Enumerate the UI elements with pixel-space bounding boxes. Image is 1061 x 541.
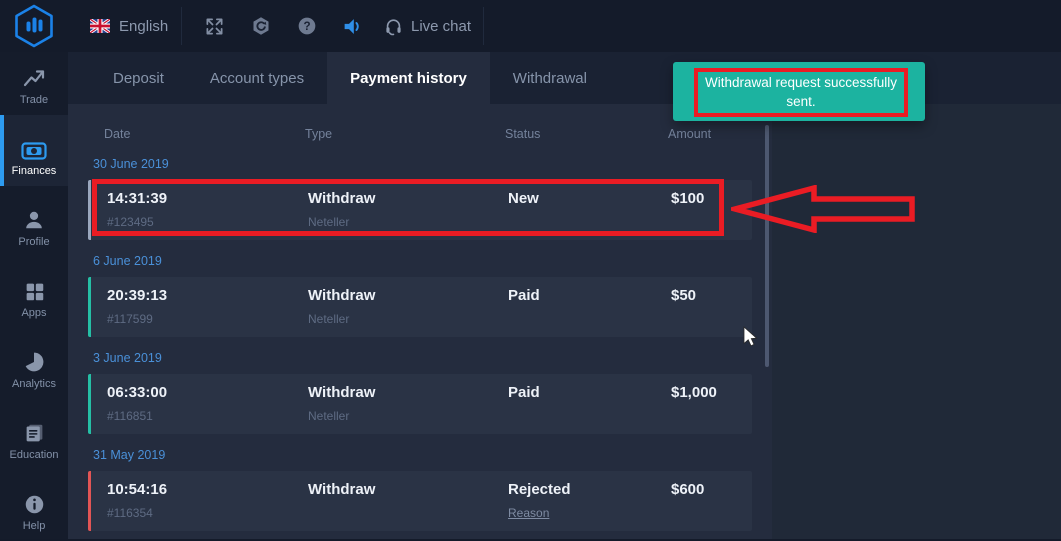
sidebar-item-help[interactable]: Help	[0, 470, 68, 541]
payment-groups: 30 June 201914:31:39#123495WithdrawNetel…	[68, 157, 772, 531]
table-header: Date Type Status Amount	[68, 127, 772, 143]
sidebar-item-label: Help	[23, 521, 46, 532]
column-header-amount: Amount	[668, 127, 711, 141]
topbar-divider	[483, 7, 484, 45]
sidebar-item-analytics[interactable]: Analytics	[0, 328, 68, 399]
education-book-icon	[24, 422, 45, 444]
live-chat-button[interactable]: Live chat	[384, 0, 471, 52]
date-group: 31 May 2019 10:54:16#116354 Withdraw Reject…	[68, 448, 772, 531]
date-group: 30 June 2019 14:31:39#123495 WithdrawNetel…	[68, 157, 772, 240]
row-subtext: #123495	[107, 216, 167, 228]
success-toast: Withdrawal request successfully sent.	[673, 62, 925, 121]
row-cell: WithdrawNeteller	[308, 385, 375, 422]
sidebar-item-profile[interactable]: Profile	[0, 186, 68, 257]
column-header-type: Type	[305, 127, 332, 141]
sidebar-item-label: Profile	[18, 237, 49, 248]
language-label: English	[119, 18, 168, 35]
toast-message: Withdrawal request successfully sent.	[702, 74, 900, 110]
sidebar-item-education[interactable]: Education	[0, 399, 68, 470]
live-chat-label: Live chat	[411, 18, 471, 35]
row-cell: RejectedReason	[508, 482, 571, 519]
row-cell: 20:39:13#117599	[107, 288, 167, 325]
date-group: 6 June 2019 20:39:13#117599 WithdrawNetell…	[68, 254, 772, 337]
sidebar-item-finances[interactable]: Finances	[0, 115, 68, 186]
row-subtext: Neteller	[308, 313, 375, 325]
right-background	[772, 104, 1061, 539]
sound-icon[interactable]	[342, 16, 363, 37]
sidebar-item-label: Education	[10, 450, 59, 461]
topbar-divider	[181, 7, 182, 45]
row-subtext: #116851	[107, 410, 167, 422]
row-cell: $100	[671, 191, 704, 208]
row-subtext: Neteller	[308, 410, 375, 422]
date-group: 3 June 2019 06:33:00#116851 WithdrawNetell…	[68, 351, 772, 434]
sidebar-item-label: Apps	[21, 308, 46, 319]
column-header-status: Status	[505, 127, 540, 141]
row-cell: New	[508, 191, 539, 208]
toast-annotation-box: Withdrawal request successfully sent.	[694, 68, 908, 117]
row-cell: 10:54:16#116354	[107, 482, 167, 519]
date-group-label: 31 May 2019	[93, 448, 772, 463]
fullscreen-icon[interactable]	[204, 16, 225, 37]
column-header-date: Date	[104, 127, 130, 141]
topbar-icons: ?	[204, 0, 363, 52]
row-subtext: Neteller	[308, 216, 375, 228]
sidebar-item-label: Analytics	[12, 379, 56, 390]
row-cell: $1,000	[671, 385, 717, 402]
headset-icon	[384, 17, 403, 36]
app-logo[interactable]	[11, 4, 57, 48]
svg-text:?: ?	[303, 20, 310, 33]
row-cell: Paid	[508, 288, 540, 305]
help-info-icon	[24, 494, 45, 515]
language-selector[interactable]: English	[90, 0, 168, 52]
date-group-label: 3 June 2019	[93, 351, 772, 366]
tab-payment-history[interactable]: Payment history	[327, 52, 490, 104]
row-subtext: #116354	[107, 507, 167, 519]
help-circle-icon[interactable]: ?	[296, 16, 317, 37]
sidebar-item-label: Finances	[12, 166, 57, 177]
vertical-scrollbar[interactable]	[765, 125, 769, 367]
row-subtext: #117599	[107, 313, 167, 325]
trade-trending-up-icon	[22, 67, 46, 89]
row-cell: Withdraw	[308, 482, 375, 499]
topbar: English ?	[0, 0, 1061, 52]
promo-hexagon-icon[interactable]	[250, 16, 271, 37]
row-cell: $600	[671, 482, 704, 499]
row-cell: WithdrawNeteller	[308, 288, 375, 325]
payment-row[interactable]: 14:31:39#123495 WithdrawNeteller New $100	[88, 180, 752, 240]
row-cell: 06:33:00#116851	[107, 385, 167, 422]
sidebar-item-apps[interactable]: Apps	[0, 257, 68, 328]
reason-link[interactable]: Reason	[508, 507, 571, 519]
profile-person-icon	[23, 209, 45, 231]
sidebar-item-trade[interactable]: Trade	[0, 52, 68, 115]
tab-deposit[interactable]: Deposit	[90, 52, 187, 104]
row-cell: $50	[671, 288, 696, 305]
date-group-label: 30 June 2019	[93, 157, 772, 172]
analytics-pie-chart-icon	[23, 351, 45, 373]
row-cell: 14:31:39#123495	[107, 191, 167, 228]
payment-row[interactable]: 06:33:00#116851 WithdrawNeteller Paid $1,00…	[88, 374, 752, 434]
sidebar: Trade Finances Profile	[0, 52, 68, 539]
finances-banknote-icon	[21, 142, 47, 160]
payment-row[interactable]: 10:54:16#116354 Withdraw RejectedReason $60…	[88, 471, 752, 531]
tab-withdrawal[interactable]: Withdrawal	[490, 52, 610, 104]
row-cell: Paid	[508, 385, 540, 402]
payment-history-panel: Date Type Status Amount 30 June 2019 14:3…	[68, 104, 772, 539]
apps-grid-icon	[24, 281, 45, 302]
sidebar-item-label: Trade	[20, 95, 48, 106]
payment-row[interactable]: 20:39:13#117599 WithdrawNeteller Paid $50	[88, 277, 752, 337]
row-cell: WithdrawNeteller	[308, 191, 375, 228]
logo-hexagon-icon	[11, 4, 57, 48]
uk-flag-icon	[90, 19, 110, 33]
tab-account-types[interactable]: Account types	[187, 52, 327, 104]
date-group-label: 6 June 2019	[93, 254, 772, 269]
